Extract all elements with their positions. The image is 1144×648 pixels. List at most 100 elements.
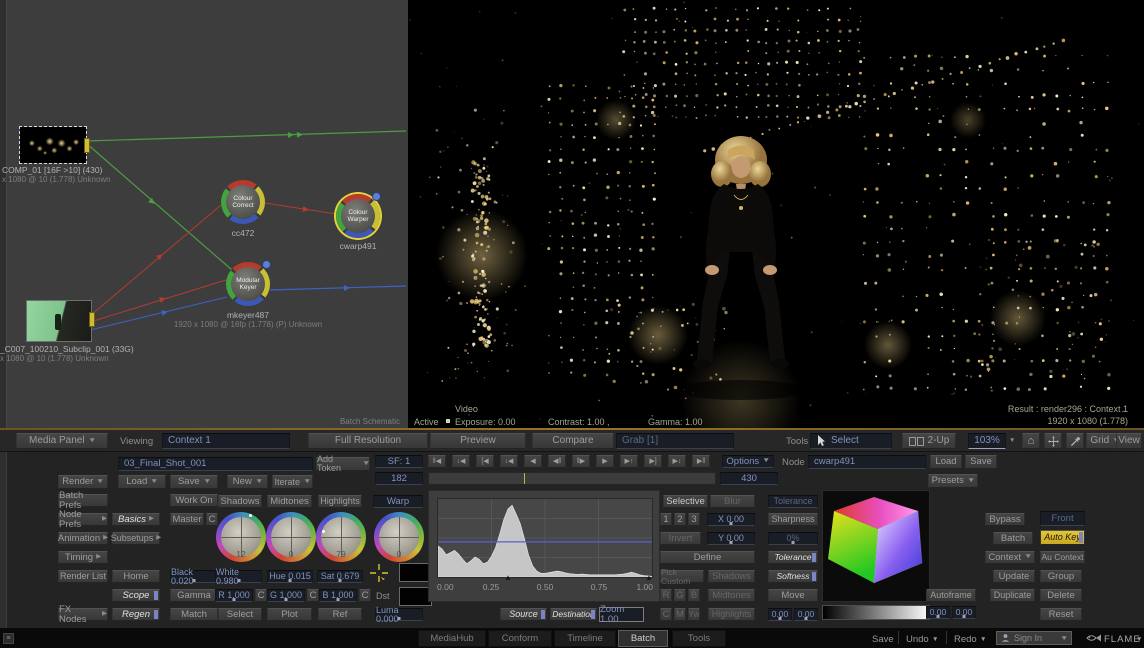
next-keyframe-button[interactable]: ▶↓	[668, 455, 686, 468]
batch-button[interactable]: Batch	[993, 532, 1033, 545]
play-reverse-button[interactable]: ◀	[524, 455, 542, 468]
sel-g-button[interactable]: G	[674, 589, 686, 602]
softness-toggle[interactable]: Softness	[768, 570, 818, 583]
sel-yw-button[interactable]: Yw	[688, 608, 700, 621]
blur-y-field[interactable]: Y 0.00	[707, 532, 755, 545]
update-button[interactable]: Update	[993, 570, 1035, 583]
tool-select-field[interactable]: Select	[810, 433, 892, 449]
clip-output-tab[interactable]	[84, 138, 90, 153]
hist-marker-high[interactable]: ▲	[645, 574, 653, 582]
highlights-color-wheel[interactable]: 79	[316, 512, 366, 562]
grab-button[interactable]: Grab [1]	[616, 433, 734, 449]
node-colour-warper[interactable]: Colour Warper	[336, 194, 380, 238]
clip-node-comp[interactable]	[20, 127, 86, 163]
zoom-level-field[interactable]: 103%	[968, 433, 1006, 449]
reset-button[interactable]: Reset	[1040, 608, 1082, 621]
luminance-gradient-bar[interactable]	[822, 605, 930, 620]
master-button[interactable]: Master	[170, 513, 204, 526]
subsetups-flyout[interactable]: Subsetups▶	[112, 532, 160, 545]
select-button[interactable]: Select	[218, 608, 262, 621]
tab-timeline[interactable]: Timeline	[554, 630, 616, 647]
chevron-down-icon[interactable]: ▼	[1009, 438, 1015, 445]
clip-output-tab[interactable]	[89, 312, 95, 327]
view-button[interactable]: View	[1116, 433, 1142, 449]
start-frame-field[interactable]: SF: 1	[375, 455, 423, 468]
tab-conform[interactable]: Conform	[488, 630, 552, 647]
playhead[interactable]	[524, 473, 525, 484]
warp-tab[interactable]: Warp	[373, 495, 423, 508]
panel-scrollbar[interactable]	[0, 452, 7, 628]
hist-marker-low[interactable]: ▲	[504, 574, 512, 582]
go-in-point-button[interactable]: [◀	[476, 455, 494, 468]
saturation-field[interactable]: Sat 0.679	[317, 570, 363, 583]
node-modular-keyer[interactable]: Modular Keyer	[226, 262, 270, 306]
luma-field[interactable]: Luma 0.000	[375, 608, 423, 621]
options-dropdown[interactable]: Options▼	[722, 455, 774, 468]
chevron-down-icon[interactable]: ▼	[980, 636, 986, 643]
warp-color-wheel[interactable]: 0	[374, 512, 424, 562]
sel-shadows-button[interactable]: Shadows	[708, 570, 755, 583]
histogram-plot[interactable]	[437, 498, 653, 578]
midtones-color-wheel[interactable]: 0	[266, 512, 316, 562]
sharpness-button[interactable]: Sharpness	[768, 513, 818, 526]
sharpness-percent-field[interactable]: 0%	[768, 532, 818, 545]
node-name-field[interactable]: cwarp491	[808, 455, 926, 469]
sel-r-button[interactable]: R	[660, 589, 672, 602]
app-menu-button[interactable]: ≡	[3, 633, 14, 644]
move-x-field[interactable]: 0.00	[768, 608, 792, 621]
delete-button[interactable]: Delete	[1040, 589, 1082, 602]
pan-tool-button[interactable]	[1044, 433, 1062, 449]
shadows-color-wheel[interactable]: 12	[216, 512, 266, 562]
auto-key-toggle[interactable]: Auto Key	[1040, 530, 1085, 545]
blue-gain-field[interactable]: B 1.000	[319, 589, 357, 602]
tab-mediahub[interactable]: MediaHub	[418, 630, 486, 647]
sel-midtones-button[interactable]: Midtones	[708, 589, 755, 602]
blur-x-field[interactable]: X 0.00	[707, 513, 755, 526]
sign-in-button[interactable]: Sign In ▼	[996, 631, 1072, 645]
full-resolution-button[interactable]: Full Resolution	[308, 433, 428, 449]
fx-nodes-flyout[interactable]: FX Nodes▶	[58, 608, 108, 621]
red-c-button[interactable]: C	[255, 589, 267, 602]
chevron-down-icon[interactable]: ▼	[932, 636, 938, 643]
new-dropdown[interactable]: New▼	[227, 475, 268, 489]
plot-button[interactable]: Plot	[267, 608, 312, 621]
hist-zoom-field[interactable]: Zoom 1.00	[599, 607, 644, 622]
add-token-dropdown[interactable]: Add Token▼	[316, 457, 370, 471]
sel-b-button[interactable]: B	[688, 589, 700, 602]
front-dropdown[interactable]: Front	[1040, 511, 1085, 526]
tolerance-toggle[interactable]: Tolerance	[768, 551, 818, 564]
end-frame-field[interactable]: 430	[720, 472, 778, 485]
chevron-down-icon[interactable]: ▼	[1136, 636, 1142, 643]
video-viewport[interactable]: Video Active Exposure: 0.00 Contrast: 1.…	[408, 0, 1144, 428]
batch-prefs-button[interactable]: Batch Prefs	[58, 494, 108, 507]
media-panel-dropdown[interactable]: Media Panel▼	[16, 433, 108, 449]
basics-flyout[interactable]: Basics▶	[112, 513, 160, 526]
prev-cut-button[interactable]: ↓◀	[500, 455, 518, 468]
save-dropdown[interactable]: Save▼	[170, 475, 218, 489]
clip-node-subclip[interactable]	[26, 300, 92, 342]
white-level-field[interactable]: White 0.980	[215, 570, 262, 583]
sel-m-button[interactable]: M	[674, 608, 686, 621]
node-colour-correct[interactable]: Colour Correct	[221, 180, 265, 224]
timing-flyout[interactable]: Timing▶	[58, 551, 108, 564]
color-cube-panel[interactable]	[822, 490, 930, 602]
invert-button[interactable]: Invert	[660, 532, 701, 545]
green-gain-field[interactable]: G 1.000	[267, 589, 305, 602]
hue-field[interactable]: Hue 0.015	[267, 570, 313, 583]
gamma-button[interactable]: Gamma	[170, 589, 218, 602]
match-button[interactable]: Match	[170, 608, 218, 621]
home-button[interactable]: Home	[112, 570, 160, 583]
context-dropdown[interactable]: Context▼	[985, 551, 1035, 564]
cube-y-field[interactable]: 0.00	[952, 606, 976, 619]
step-forward-button[interactable]: ‖▶	[572, 455, 590, 468]
preview-button[interactable]: Preview	[430, 433, 526, 449]
selective-2-button[interactable]: 2	[674, 513, 686, 526]
move-y-field[interactable]: 0.00	[794, 608, 818, 621]
green-c-button[interactable]: C	[307, 589, 319, 602]
save-button[interactable]: Save	[872, 634, 894, 645]
tab-tools[interactable]: Tools	[672, 630, 726, 647]
sel-c-button[interactable]: C	[660, 608, 672, 621]
work-on-button[interactable]: Work On	[170, 494, 218, 507]
destination-toggle[interactable]: Destination	[550, 608, 597, 621]
blur-button[interactable]: Blur	[710, 495, 755, 508]
